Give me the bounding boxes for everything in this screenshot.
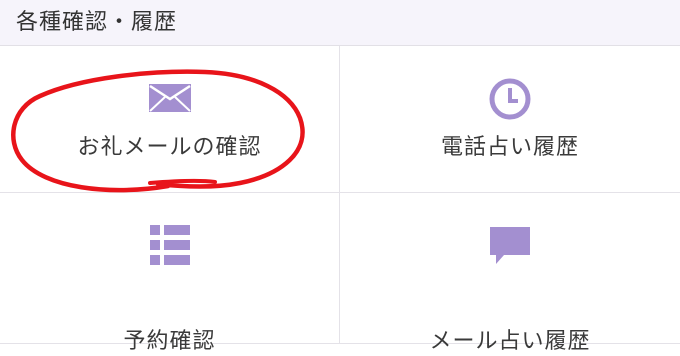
section-header: 各種確認・履歴 xyxy=(0,0,680,46)
phone-reading-history-button[interactable]: 電話占い履歴 xyxy=(340,46,680,193)
menu-grid: お礼メールの確認 電話占い履歴 予約確認 メール占い履歴 xyxy=(0,46,680,354)
clock-icon xyxy=(489,78,531,124)
envelope-icon xyxy=(148,84,191,116)
mail-reading-history-label: メール占い履歴 xyxy=(429,329,591,354)
thank-you-mail-label: お礼メールの確認 xyxy=(77,135,262,160)
chat-bubble-icon xyxy=(490,227,530,269)
thank-you-mail-button[interactable]: お礼メールの確認 xyxy=(0,46,340,193)
phone-reading-history-label: 電話占い履歴 xyxy=(440,135,579,160)
mail-reading-history-button[interactable]: メール占い履歴 xyxy=(340,193,680,354)
list-icon xyxy=(149,225,190,269)
reservation-check-button[interactable]: 予約確認 xyxy=(0,193,340,354)
reservation-check-label: 予約確認 xyxy=(123,329,216,354)
section-title: 各種確認・履歴 xyxy=(16,10,178,35)
